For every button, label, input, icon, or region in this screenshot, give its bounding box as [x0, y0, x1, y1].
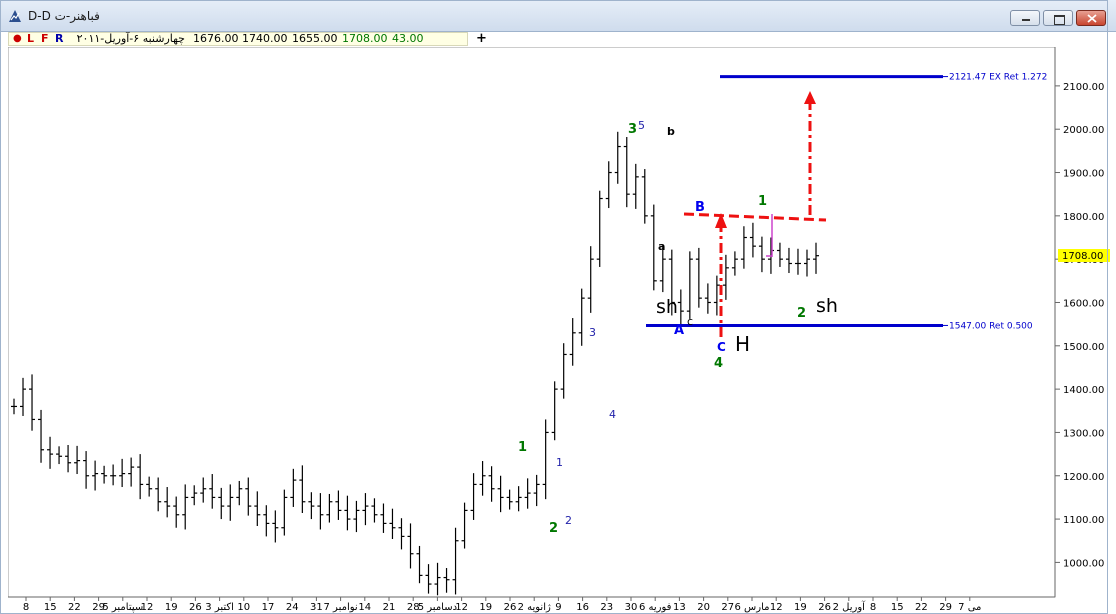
x-tick-label: 13: [673, 602, 686, 613]
wave-label: 2: [797, 306, 806, 321]
y-tick-label: 1600.00: [1063, 298, 1104, 309]
quote-open: 1676.00: [193, 32, 239, 45]
pattern-label: sh: [656, 296, 678, 318]
quote-change: 43.00: [392, 32, 424, 45]
x-tick-label: اکتبر 3: [205, 602, 234, 613]
pattern-label: sh: [816, 295, 838, 317]
add-indicator-icon[interactable]: +: [476, 31, 487, 46]
subwave-label: 5: [638, 119, 645, 132]
x-tick-label: 24: [286, 602, 299, 613]
window-titlebar: D-D فباهنر-ت: [0, 0, 1116, 32]
y-axis-ticks: 1000.00 1100.00 1200.00 1300.00 1400.00 1500.…: [1055, 82, 1104, 569]
window-title: D-D فباهنر-ت: [28, 9, 100, 23]
fib-toggle-button[interactable]: F: [41, 33, 49, 45]
x-tick-label: 8: [870, 602, 876, 613]
x-tick-label: فوریه 6: [639, 602, 672, 613]
x-tick-label: 19: [794, 602, 807, 613]
x-tick-label: آوریل 2: [833, 600, 867, 613]
y-tick-label: 2100.00: [1063, 82, 1104, 93]
x-tick-label: 15: [891, 602, 904, 613]
x-tick-label: 26: [818, 602, 831, 613]
x-tick-label: 26: [189, 602, 202, 613]
subwave-label: 2: [565, 514, 572, 527]
y-tick-label: 2000.00: [1063, 125, 1104, 136]
y-tick-label: 1200.00: [1063, 472, 1104, 483]
ret-toggle-button[interactable]: R: [55, 33, 63, 45]
y-tick-label: 1800.00: [1063, 212, 1104, 223]
last-price-badge: 1708.00: [1058, 249, 1110, 262]
abc-label: B: [695, 200, 705, 215]
x-tick-label: 22: [68, 602, 81, 613]
wave-label: 1: [758, 194, 767, 209]
x-tick-label: 30: [625, 602, 638, 613]
maximize-icon: [1054, 15, 1065, 25]
y-tick-label: 1900.00: [1063, 169, 1104, 180]
x-tick-label: 27: [721, 602, 734, 613]
x-tick-label: 29: [939, 602, 952, 613]
subwave-label: c: [687, 315, 693, 328]
x-tick-label: 12: [455, 602, 468, 613]
x-tick-label: 23: [600, 602, 613, 613]
quote-close: 1708.00: [342, 32, 388, 45]
x-tick-label: 16: [576, 602, 589, 613]
x-axis-ticks: 8 15 22 29سپتامبر 512 19 26 اکتبر 3 10 17 24 31 نوا…: [23, 597, 981, 613]
quote-low: 1655.00: [292, 32, 338, 45]
x-tick-label: 12: [141, 602, 154, 613]
maximize-button[interactable]: [1043, 10, 1073, 26]
x-tick-label: مارس 6: [735, 602, 770, 613]
wave-label: 3: [628, 122, 637, 137]
x-tick-label: 14: [358, 602, 371, 613]
wave-label: 1: [518, 440, 527, 455]
abc-label: C: [717, 340, 726, 354]
quote-date: چهارشنبه ۶-آوریل-۲۰۱۱: [76, 32, 185, 45]
fib-level-label: 1547.00 Ret 0.500: [949, 321, 1033, 331]
x-tick-label: 21: [383, 602, 396, 613]
x-tick-label: ژانویه 2: [518, 602, 551, 613]
x-tick-label: 22: [915, 602, 928, 613]
close-button[interactable]: [1076, 10, 1106, 26]
subwave-label: 3: [589, 326, 596, 339]
x-tick-label: سپتامبر 5: [102, 602, 143, 613]
app-chart-icon: [9, 10, 21, 22]
abc-label: A: [674, 323, 684, 338]
x-tick-label: 17: [262, 602, 275, 613]
x-tick-label: 9: [555, 602, 561, 613]
quote-infobar: ● L F R چهارشنبه ۶-آوریل-۲۰۱۱ 1676.00 17…: [8, 32, 468, 46]
wave-label: 4: [714, 356, 723, 371]
line-toggle-button[interactable]: L: [27, 33, 34, 45]
minimize-icon: [1022, 19, 1030, 21]
x-tick-label: 31: [310, 602, 323, 613]
subwave-label: a: [658, 240, 665, 253]
status-dot-icon: ●: [13, 33, 22, 44]
minimize-button[interactable]: [1010, 10, 1040, 26]
x-tick-label: 10: [237, 602, 250, 613]
y-tick-label: 1100.00: [1063, 515, 1104, 526]
x-tick-label: 19: [165, 602, 178, 613]
quote-high: 1740.00: [242, 32, 288, 45]
plot-area: [8, 47, 1056, 598]
x-tick-label: می 7: [958, 602, 981, 613]
pattern-label: H: [735, 332, 750, 356]
y-tick-label: 1300.00: [1063, 428, 1104, 439]
fib-level-label: 2121.47 EX Ret 1.272: [949, 73, 1047, 83]
x-tick-label: 12: [770, 602, 783, 613]
subwave-label: 1: [556, 456, 563, 469]
price-chart: 1000.00 1100.00 1200.00 1300.00 1400.00 1500.…: [8, 47, 1110, 613]
x-tick-label: نوامبر 7: [324, 602, 358, 613]
last-price-value: 1708.00: [1062, 251, 1103, 262]
y-tick-label: 1000.00: [1063, 558, 1104, 569]
y-tick-label: 1400.00: [1063, 385, 1104, 396]
subwave-label: b: [667, 125, 675, 138]
x-tick-label: 20: [697, 602, 710, 613]
x-tick-label: 19: [479, 602, 492, 613]
x-tick-label: 8: [23, 602, 29, 613]
wave-label: 2: [549, 521, 558, 536]
close-icon: [1087, 14, 1097, 23]
subwave-label: 4: [609, 408, 616, 421]
x-tick-label: 26: [504, 602, 517, 613]
x-tick-label: دسامبر 5: [418, 602, 457, 613]
y-tick-label: 1500.00: [1063, 342, 1104, 353]
x-tick-label: 15: [44, 602, 57, 613]
